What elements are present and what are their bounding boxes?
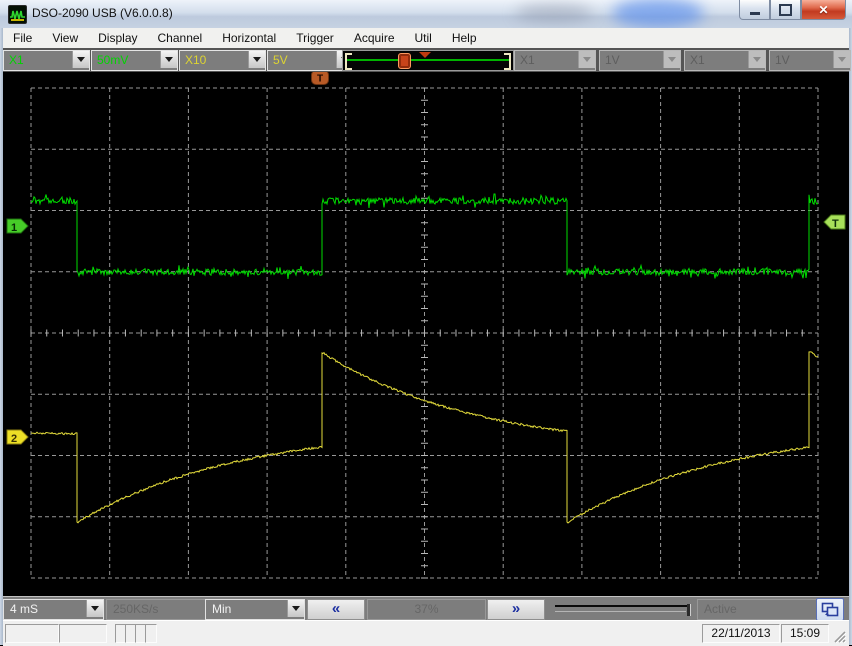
- aero-glass-reflection: [515, 4, 593, 22]
- minimize-icon: [750, 12, 760, 15]
- ch3-volts-div-value: 1V: [600, 51, 663, 70]
- chevron-down-icon: [833, 51, 850, 68]
- panels-refresh-icon: [821, 602, 839, 617]
- acquire-mode-select[interactable]: Min: [205, 599, 305, 620]
- date-readout: 22/11/2013: [702, 624, 780, 643]
- scope-display: T 1 2 T: [3, 72, 849, 596]
- graticule-grid: [31, 88, 818, 578]
- menu-util[interactable]: Util: [405, 28, 442, 48]
- aero-glass-reflection: [612, 0, 704, 28]
- status-panel: [5, 624, 59, 643]
- menu-acquire[interactable]: Acquire: [344, 28, 405, 48]
- trigger-slider-handle[interactable]: [398, 53, 411, 69]
- acquisition-status: Active: [697, 599, 817, 620]
- trigger-marker-triangle-icon: [419, 52, 431, 58]
- time-readout: 15:09: [781, 624, 829, 643]
- toolbar: X1 50mV X10 5V X1 1V X1 1V: [3, 48, 849, 72]
- menu-view[interactable]: View: [42, 28, 88, 48]
- svg-text:T: T: [317, 74, 323, 85]
- menu-file[interactable]: File: [3, 28, 42, 48]
- ch4-attenuation-value: X1: [685, 51, 748, 70]
- scroll-left-button[interactable]: «: [307, 599, 365, 620]
- ch4-volts-div-select: 1V: [769, 50, 851, 71]
- slider-track: [555, 605, 689, 607]
- ch2-ground-marker[interactable]: 2: [7, 430, 28, 445]
- svg-text:1: 1: [11, 222, 17, 234]
- ch3-attenuation-select: X1: [514, 50, 596, 71]
- menu-help[interactable]: Help: [442, 28, 487, 48]
- scroll-right-button[interactable]: »: [487, 599, 545, 620]
- menu-display[interactable]: Display: [88, 28, 147, 48]
- title-bar: DSO-2090 USB (V6.0.0.8) ✕: [0, 0, 852, 29]
- svg-text:T: T: [832, 218, 839, 230]
- ch3-attenuation-value: X1: [515, 51, 578, 70]
- minimize-button[interactable]: [739, 0, 770, 20]
- status-panel: [59, 624, 107, 643]
- trigger-slider-track: [347, 59, 509, 61]
- menu-trigger[interactable]: Trigger: [286, 28, 344, 48]
- ch1-volts-div-value: 50mV: [92, 51, 160, 70]
- menu-channel[interactable]: Channel: [148, 28, 213, 48]
- chevron-down-icon[interactable]: [287, 600, 304, 617]
- double-chevron-right-icon: »: [512, 600, 520, 617]
- horizontal-control-bar: 4 mS 250KS/s Min « 37% » Active: [3, 596, 849, 621]
- ch2-volts-div-select[interactable]: 5V: [267, 50, 354, 71]
- maximize-icon: [779, 4, 792, 16]
- buffer-position-slider[interactable]: [553, 599, 695, 618]
- ch2-attenuation-value: X10: [180, 51, 248, 70]
- chevron-down-icon[interactable]: [248, 51, 265, 68]
- ch2-volts-div-value: 5V: [268, 51, 336, 70]
- app-logo-icon: [8, 5, 27, 24]
- resize-grip-icon[interactable]: [832, 629, 846, 643]
- chevron-down-icon: [663, 51, 680, 68]
- ch4-attenuation-select: X1: [684, 50, 766, 71]
- window-title: DSO-2090 USB (V6.0.0.8): [32, 6, 173, 20]
- maximize-button[interactable]: [770, 0, 801, 20]
- ch2-attenuation-select[interactable]: X10: [179, 50, 266, 71]
- close-icon: ✕: [818, 3, 828, 17]
- trigger-position-marker[interactable]: T: [312, 72, 329, 85]
- chevron-down-icon[interactable]: [86, 600, 103, 617]
- slider-left-bracket-icon: [345, 53, 352, 70]
- menu-bar: File View Display Channel Horizontal Tri…: [3, 28, 849, 49]
- interface-switch-button[interactable]: [816, 598, 844, 621]
- chevron-down-icon: [578, 51, 595, 68]
- ch3-volts-div-select: 1V: [599, 50, 681, 71]
- ch1-volts-div-select[interactable]: 50mV: [91, 50, 178, 71]
- chevron-down-icon: [748, 51, 765, 68]
- ch1-ground-marker[interactable]: 1: [7, 219, 28, 234]
- slider-thumb[interactable]: [687, 604, 691, 616]
- acquire-mode-value: Min: [206, 600, 287, 619]
- ch1-attenuation-value: X1: [4, 51, 72, 70]
- timebase-value: 4 mS: [4, 600, 86, 619]
- timebase-select[interactable]: 4 mS: [3, 599, 104, 620]
- ch1-attenuation-select[interactable]: X1: [3, 50, 90, 71]
- slider-right-bracket-icon: [504, 53, 511, 70]
- slider-track-shadow: [555, 611, 686, 612]
- trigger-position-slider[interactable]: [342, 50, 514, 71]
- close-button[interactable]: ✕: [801, 0, 846, 20]
- chevron-down-icon[interactable]: [72, 51, 89, 68]
- svg-text:2: 2: [11, 433, 17, 445]
- trigger-level-marker[interactable]: T: [824, 215, 845, 230]
- menu-horizontal[interactable]: Horizontal: [212, 28, 286, 48]
- double-chevron-left-icon: «: [332, 600, 340, 617]
- status-cell: [145, 624, 157, 643]
- status-bar: 22/11/2013 15:09: [3, 620, 849, 646]
- chevron-down-icon[interactable]: [160, 51, 177, 68]
- ch4-volts-div-value: 1V: [770, 51, 833, 70]
- sample-rate-readout: 250KS/s: [106, 599, 210, 620]
- buffer-position-readout: 37%: [367, 599, 486, 620]
